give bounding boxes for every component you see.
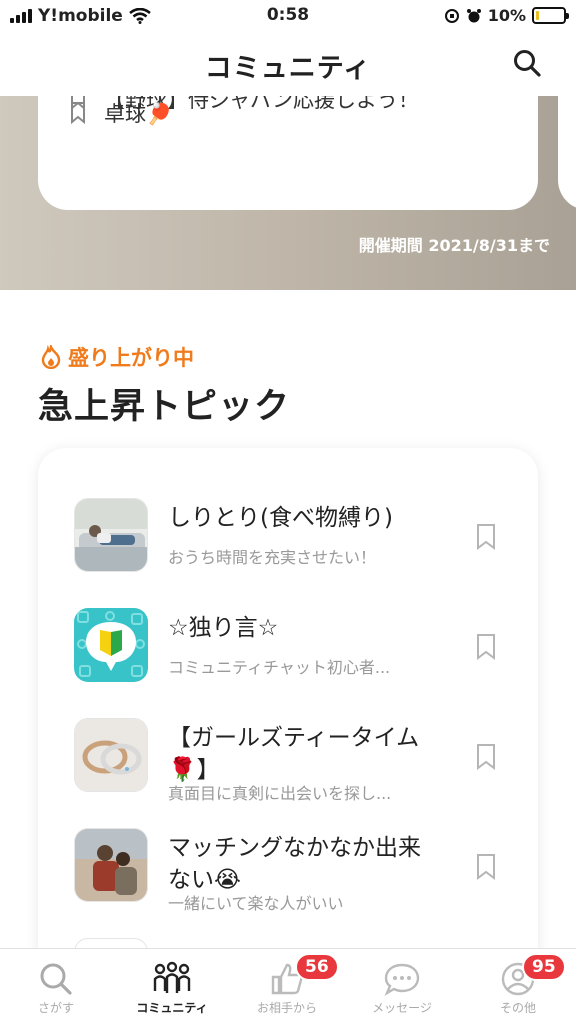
- topic-name: マッチングなかなか出来ない😭: [168, 835, 421, 893]
- page-title: コミュニティ: [204, 53, 372, 84]
- event-card: 【野球】侍ジャパン応援しよう！ 卓球🏓: [38, 96, 538, 210]
- topic-name: ☆独り言☆: [168, 615, 279, 641]
- flame-icon: [41, 345, 61, 369]
- bookmark-icon[interactable]: [476, 524, 496, 550]
- bookmark-icon[interactable]: [476, 744, 496, 770]
- topic-thumbnail-couple: [74, 828, 148, 902]
- tab-label: お相手から: [256, 1001, 317, 1015]
- topic-description: おうち時間を充実させたい！: [168, 548, 377, 567]
- battery-level: [536, 11, 539, 20]
- event-item-label: 卓球🏓: [104, 102, 173, 126]
- trending-subtitle-text: 盛り上がり中: [68, 346, 194, 370]
- tab-label: メッセージ: [372, 1001, 432, 1015]
- tab-community[interactable]: コミュニティ: [122, 961, 222, 1016]
- topic-thumbnail-sofa: [74, 498, 148, 572]
- tab-messages[interactable]: メッセージ: [352, 961, 452, 1016]
- topic-name: しりとり(食べ物縛り): [168, 505, 393, 531]
- topic-description: コミュニティチャット初心者...: [168, 658, 391, 677]
- event-banner: 【野球】侍ジャパン応援しよう！ 卓球🏓 開催期間 2021/8/31まで: [0, 96, 576, 290]
- event-item[interactable]: 卓球🏓: [70, 98, 172, 128]
- tab-search[interactable]: さがす: [6, 961, 106, 1016]
- battery-icon: [532, 7, 569, 24]
- bookmark-icon[interactable]: [70, 102, 86, 124]
- event-period: 開催期間 2021/8/31まで: [358, 236, 550, 255]
- topic-thumbnail-beginner: [74, 608, 148, 682]
- search-icon: [40, 963, 72, 995]
- trending-subtitle: 盛り上がり中: [40, 342, 194, 372]
- trending-title: 急上昇トピック: [38, 387, 291, 427]
- topic-thumbnail-rings: [74, 718, 148, 792]
- tab-other[interactable]: 95 その他: [468, 953, 568, 1016]
- tab-label: コミュニティ: [136, 1001, 208, 1015]
- battery-percent: 10%: [487, 6, 526, 25]
- search-icon[interactable]: [512, 48, 542, 78]
- tab-label: その他: [499, 1001, 536, 1015]
- topic-description: 真面目に真剣に出会いを探し...: [168, 784, 392, 803]
- chat-bubble-icon: [384, 963, 420, 996]
- bookmark-icon[interactable]: [476, 634, 496, 660]
- tab-likes[interactable]: 56 お相手から: [237, 953, 339, 1016]
- topic-name: 【ガールズティータイム🌹】: [168, 725, 420, 783]
- orientation-lock-icon: [444, 8, 459, 23]
- trending-topic-list: しりとり(食べ物縛り) おうち時間を充実させたい！ ☆独り言☆ コミュニティチャ…: [38, 448, 538, 1012]
- status-bar: Y!mobile 0:58 10%: [0, 0, 576, 32]
- alarm-icon: [466, 8, 481, 22]
- header: コミュニティ: [0, 32, 576, 96]
- event-card-next[interactable]: [558, 96, 576, 210]
- status-right: 10%: [444, 6, 569, 25]
- tab-label: さがす: [37, 1001, 74, 1015]
- likes-badge: 56: [295, 953, 339, 981]
- tab-bar: さがす コミュニティ 56 お相手から メッセージ 95 その他: [0, 948, 576, 1024]
- bookmark-icon[interactable]: [476, 854, 496, 880]
- other-badge: 95: [522, 953, 566, 981]
- topic-description: 一緒にいて楽な人がいい: [168, 894, 344, 913]
- community-icon: [153, 961, 191, 993]
